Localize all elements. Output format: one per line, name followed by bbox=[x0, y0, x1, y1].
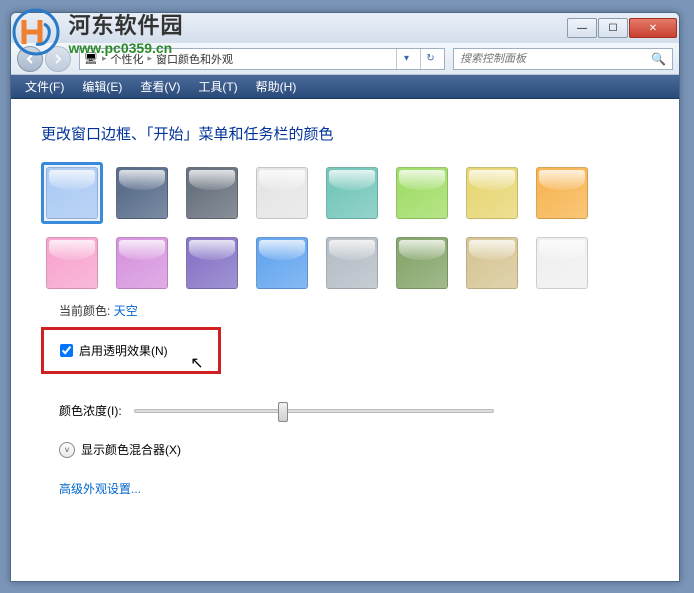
current-color-value: 天空 bbox=[114, 304, 138, 318]
address-bar[interactable]: 🖥 ▸ 个性化 ▸ 窗口颜色和外观 ▾ ↻ bbox=[79, 48, 445, 70]
breadcrumb-separator-icon: ▸ bbox=[102, 53, 107, 64]
color-swatch[interactable] bbox=[111, 232, 173, 294]
color-swatch[interactable] bbox=[461, 162, 523, 224]
breadcrumb-separator-icon: ▸ bbox=[148, 53, 153, 64]
mixer-label: 显示颜色混合器(X) bbox=[81, 441, 181, 458]
chevron-down-icon: ˅ bbox=[59, 442, 75, 458]
forward-button[interactable] bbox=[45, 46, 71, 72]
color-swatch[interactable] bbox=[251, 162, 313, 224]
highlighted-region: 启用透明效果(N) ↖ bbox=[41, 327, 221, 374]
navbar: 🖥 ▸ 个性化 ▸ 窗口颜色和外观 ▾ ↻ 🔍 bbox=[11, 43, 679, 75]
color-swatch[interactable] bbox=[391, 232, 453, 294]
color-swatch[interactable] bbox=[251, 232, 313, 294]
menubar: 文件(F) 编辑(E) 查看(V) 工具(T) 帮助(H) bbox=[11, 75, 679, 99]
cursor-icon: ↖ bbox=[190, 353, 203, 373]
folder-icon: 🖥 bbox=[84, 52, 98, 65]
back-arrow-icon bbox=[24, 53, 36, 65]
transparency-row[interactable]: 启用透明效果(N) bbox=[60, 342, 168, 359]
color-swatch[interactable] bbox=[531, 232, 593, 294]
search-input[interactable] bbox=[460, 53, 651, 65]
color-mixer-toggle[interactable]: ˅ 显示颜色混合器(X) bbox=[59, 441, 649, 458]
close-button[interactable]: ✕ bbox=[629, 18, 677, 38]
minimize-button[interactable]: — bbox=[567, 18, 597, 38]
refresh-button[interactable]: ↻ bbox=[420, 49, 440, 69]
color-swatch[interactable] bbox=[181, 162, 243, 224]
color-swatch[interactable] bbox=[111, 162, 173, 224]
color-swatch-grid bbox=[41, 162, 641, 294]
color-swatch[interactable] bbox=[321, 232, 383, 294]
current-color-row: 当前颜色: 天空 bbox=[59, 302, 649, 319]
color-swatch[interactable] bbox=[181, 232, 243, 294]
transparency-checkbox[interactable] bbox=[60, 344, 73, 357]
search-icon[interactable]: 🔍 bbox=[651, 52, 666, 66]
color-swatch[interactable] bbox=[41, 232, 103, 294]
maximize-button[interactable]: ☐ bbox=[598, 18, 628, 38]
window: — ☐ ✕ 🖥 ▸ 个性化 ▸ 窗口颜色和外观 ▾ ↻ 🔍 文件(F) 编辑(E… bbox=[10, 12, 680, 582]
breadcrumb-seg2[interactable]: 窗口颜色和外观 bbox=[156, 51, 233, 67]
advanced-appearance-link[interactable]: 高级外观设置... bbox=[59, 480, 649, 497]
color-swatch[interactable] bbox=[461, 232, 523, 294]
menu-file[interactable]: 文件(F) bbox=[17, 76, 72, 97]
color-swatch[interactable] bbox=[391, 162, 453, 224]
forward-arrow-icon bbox=[52, 53, 64, 65]
intensity-label: 颜色浓度(I): bbox=[59, 402, 122, 419]
dropdown-button[interactable]: ▾ bbox=[396, 49, 416, 69]
content-area: 更改窗口边框、「开始」菜单和任务栏的颜色 当前颜色: 天空 启用透明效果(N) … bbox=[11, 99, 679, 581]
titlebar: — ☐ ✕ bbox=[11, 13, 679, 43]
menu-edit[interactable]: 编辑(E) bbox=[74, 76, 130, 97]
slider-thumb[interactable] bbox=[278, 402, 288, 422]
current-color-label: 当前颜色: bbox=[59, 304, 110, 318]
menu-tools[interactable]: 工具(T) bbox=[190, 76, 245, 97]
breadcrumb-seg1[interactable]: 个性化 bbox=[111, 51, 144, 67]
color-swatch[interactable] bbox=[41, 162, 103, 224]
page-title: 更改窗口边框、「开始」菜单和任务栏的颜色 bbox=[41, 123, 649, 144]
back-button[interactable] bbox=[17, 46, 43, 72]
transparency-label: 启用透明效果(N) bbox=[79, 342, 168, 359]
menu-help[interactable]: 帮助(H) bbox=[248, 76, 305, 97]
color-swatch[interactable] bbox=[321, 162, 383, 224]
intensity-slider[interactable] bbox=[134, 409, 494, 413]
intensity-row: 颜色浓度(I): bbox=[59, 402, 649, 419]
color-swatch[interactable] bbox=[531, 162, 593, 224]
menu-view[interactable]: 查看(V) bbox=[132, 76, 188, 97]
search-box[interactable]: 🔍 bbox=[453, 48, 673, 70]
